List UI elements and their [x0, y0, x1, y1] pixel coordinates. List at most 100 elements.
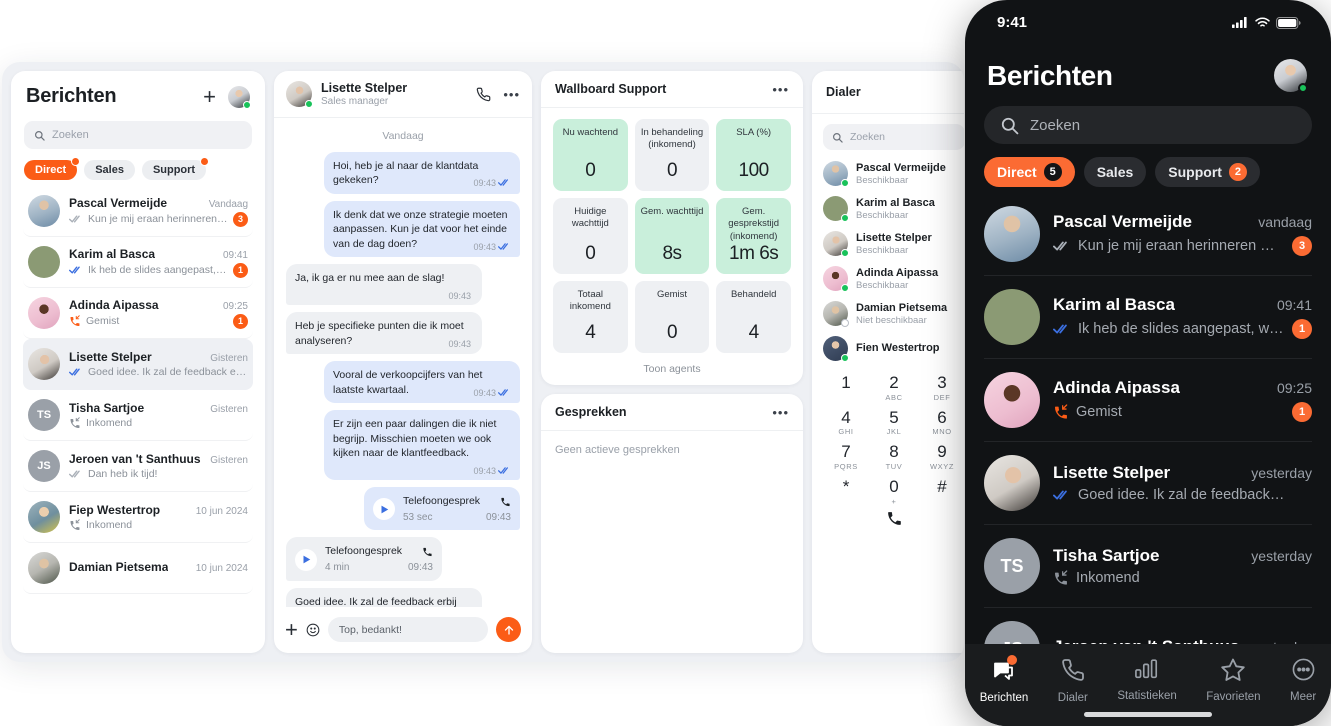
mobile-conversation-name: Adinda Aipassa: [1053, 378, 1180, 397]
message-row: Er zijn een paar dalingen die ik niet be…: [286, 410, 520, 481]
conversation-list-item[interactable]: Pascal Vermeijde Vandaag Kun je mij eraan …: [23, 186, 253, 237]
show-agents-link[interactable]: Toon agents: [541, 357, 803, 385]
conversation-body: Karim al Basca 09:41 Ik heb de slides aang…: [69, 247, 248, 278]
send-button[interactable]: [496, 617, 521, 642]
play-icon: [303, 555, 310, 564]
message-meta: 09:43: [448, 338, 473, 351]
attach-button[interactable]: +: [285, 618, 298, 641]
mobile-tab-statistieken[interactable]: Statistieken: [1117, 658, 1177, 702]
conversation-list-item[interactable]: JS Jeroen van 't Santhuus Gisteren Dan heb …: [23, 441, 253, 492]
conversation-preview: Gemist: [86, 315, 120, 327]
dialer-keypad[interactable]: 1 2 ABC 3 DEF 4 GHI 5 JKL 6 MNO 7 PQRS 8 TUV 9 WXYZ * 0 + #: [812, 366, 964, 506]
conversation-top-row: Tisha Sartjoe Gisteren: [69, 401, 248, 415]
conversation-list-item[interactable]: Fiep Westertrop 10 jun 2024 Inkomend: [23, 492, 253, 543]
filter-pill-direct[interactable]: Direct: [24, 157, 81, 180]
dialer-search-input[interactable]: Zoeken: [823, 124, 964, 150]
mobile-filter-pills: Direct 5 Sales Support 2: [965, 144, 1331, 187]
avatar[interactable]: [1274, 59, 1308, 93]
calls-more-button[interactable]: •••: [772, 406, 789, 419]
mobile-conversation-list-item[interactable]: Lisette Stelper yesterday Goed idee. Ik za…: [984, 442, 1312, 525]
wallboard-more-button[interactable]: •••: [772, 83, 789, 96]
conversation-list-item[interactable]: Karim al Basca 09:41 Ik heb de slides aang…: [23, 237, 253, 288]
conversation-list-item[interactable]: Adinda Aipassa 09:25 Gemist 1: [23, 288, 253, 339]
mobile-conversation-time: 09:25: [1276, 380, 1312, 396]
play-button[interactable]: [295, 548, 317, 571]
keypad-key-star[interactable]: *: [822, 477, 870, 506]
dialer-contact-item[interactable]: Fien Westertrop: [823, 331, 964, 366]
mobile-filter-pill-direct[interactable]: Direct 5: [984, 157, 1075, 187]
filter-pill-sales[interactable]: Sales: [84, 160, 135, 180]
keypad-number: 4: [841, 407, 851, 427]
conversation-bottom-row: Kun je mij eraan herinneren w… 3: [69, 211, 248, 227]
mobile-conversation-list-item[interactable]: Karim al Basca 09:41 Ik heb de slides aang…: [984, 276, 1312, 359]
unread-badge: 3: [233, 211, 248, 227]
conversation-body: Jeroen van 't Santhuus Gisteren Dan heb ik…: [69, 452, 248, 480]
keypad-number: 0: [889, 477, 899, 497]
dialer-contact-item[interactable]: Damian Pietsema Niet beschikbaar: [823, 296, 964, 331]
mobile-filter-pill-support[interactable]: Support 2: [1155, 157, 1260, 187]
keypad-key-6[interactable]: 6 MNO: [918, 408, 964, 436]
dialer-contact-name: Adinda Aipassa: [856, 266, 939, 279]
call-message-bubble: Telefoongesprek 53 sec 09:43: [364, 487, 520, 531]
mobile-conversation-time: yesterday: [1251, 548, 1312, 564]
read-receipt: [498, 466, 511, 477]
dialer-contact-name: Damian Pietsema: [856, 301, 948, 314]
message-time: 09:43: [473, 241, 496, 252]
conversation-list-item[interactable]: Damian Pietsema 10 jun 2024: [23, 543, 253, 594]
dialer-contact-item[interactable]: Karim al Basca Beschikbaar: [823, 191, 964, 226]
mobile-conversation-list-item[interactable]: TS Tisha Sartjoe yesterday Inkomend: [984, 525, 1312, 608]
keypad-letters: ABC: [885, 392, 903, 402]
phone-icon[interactable]: [476, 87, 491, 102]
search-input[interactable]: Zoeken: [24, 121, 252, 149]
chat-more-button[interactable]: •••: [503, 88, 520, 101]
conversation-name: Karim al Basca: [69, 246, 156, 261]
mobile-search-input[interactable]: Zoeken: [984, 106, 1312, 144]
mobile-tab-dialer[interactable]: Dialer: [1058, 658, 1088, 704]
app-screenshot: Berichten + Zoeken Direct Sales Support Pa…: [0, 0, 1331, 726]
play-button[interactable]: [373, 498, 395, 521]
mobile-filter-pill-sales[interactable]: Sales: [1083, 157, 1147, 187]
keypad-key-9[interactable]: 9 WXYZ: [918, 443, 964, 471]
filter-pill-label: Direct: [35, 164, 67, 176]
mobile-tab-meer[interactable]: Meer: [1290, 658, 1316, 703]
mobile-conversation-list-item[interactable]: Adinda Aipassa 09:25 Gemist 1: [984, 359, 1312, 442]
avatar: [28, 501, 60, 533]
wallboard-tile: In behandeling (inkomend) 0: [634, 119, 710, 191]
emoji-icon[interactable]: [306, 623, 320, 637]
filter-pill-support[interactable]: Support: [141, 157, 210, 180]
conversation-preview: Inkomend: [86, 519, 133, 531]
mobile-conversation-list[interactable]: Pascal Vermeijde vandaag Kun je mij eraan …: [965, 187, 1331, 691]
conversation-list-item[interactable]: TS Tisha Sartjoe Gisteren Inkomend: [23, 390, 253, 441]
dialer-contact-item[interactable]: Pascal Vermeijde Beschikbaar: [823, 156, 964, 191]
mobile-tab-label: Statistieken: [1117, 690, 1177, 702]
avatar[interactable]: [228, 85, 251, 109]
keypad-key-0[interactable]: 0 +: [870, 477, 918, 505]
keypad-key-1[interactable]: 1: [822, 373, 870, 402]
mobile-conversation-list-item[interactable]: Pascal Vermeijde vandaag Kun je mij eraan …: [984, 193, 1312, 276]
mobile-tab-berichten[interactable]: Berichten: [980, 655, 1028, 704]
message-bubble: Vooral de verkoopcijfers van het laatste…: [324, 361, 520, 404]
keypad-key-2[interactable]: 2 ABC: [870, 373, 918, 402]
dialer-contact-list[interactable]: Pascal Vermeijde Beschikbaar Karim al Basc…: [812, 152, 964, 366]
wallboard-header: Wallboard Support •••: [541, 71, 803, 108]
message-time: 09:43: [473, 465, 496, 476]
mobile-tab-favorieten[interactable]: Favorieten: [1206, 658, 1261, 703]
keypad-key-5[interactable]: 5 JKL: [870, 408, 918, 436]
message-row: Ja, ik ga er nu mee aan de slag! 09:43: [286, 264, 520, 306]
keypad-key-hash[interactable]: #: [918, 477, 964, 506]
dial-call-button[interactable]: [812, 506, 964, 527]
conversation-list[interactable]: Pascal Vermeijde Vandaag Kun je mij eraan …: [11, 186, 265, 653]
conversation-list-item[interactable]: Lisette Stelper Gisteren Goed idee. Ik zal…: [23, 339, 253, 390]
dialer-contact-item[interactable]: Lisette Stelper Beschikbaar: [823, 226, 964, 261]
dialer-contact-item[interactable]: Adinda Aipassa Beschikbaar: [823, 261, 964, 296]
chat-panel: Lisette Stelper Sales manager ••• Vandaa…: [274, 71, 532, 653]
keypad-key-7[interactable]: 7 PQRS: [822, 443, 870, 471]
message-meta: 09:43: [473, 387, 511, 400]
keypad-key-8[interactable]: 8 TUV: [870, 443, 918, 471]
keypad-key-4[interactable]: 4 GHI: [822, 407, 870, 436]
message-text: Hoi, heb je al naar de klantdata gekeken…: [333, 160, 479, 187]
message-input[interactable]: Top, bedankt!: [327, 617, 488, 642]
chat-contact-role: Sales manager: [321, 96, 389, 107]
add-conversation-button[interactable]: +: [203, 85, 216, 108]
keypad-key-3[interactable]: 3 DEF: [918, 373, 964, 401]
